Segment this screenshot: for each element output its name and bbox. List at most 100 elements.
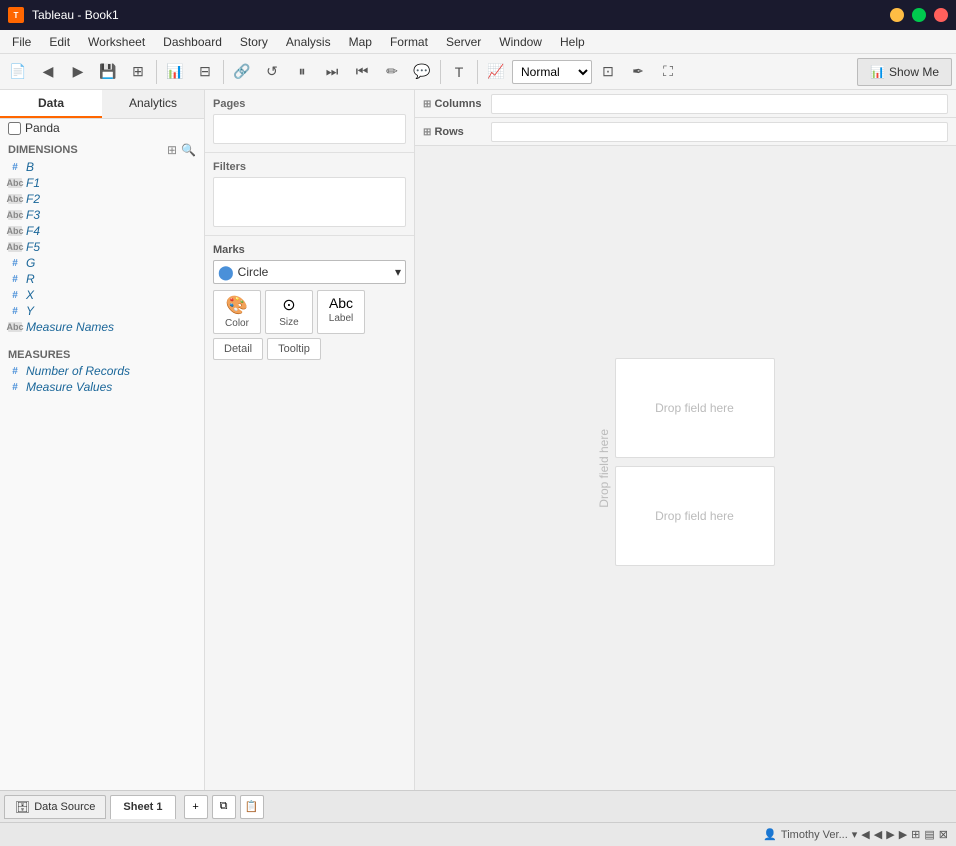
menu-window[interactable]: Window [491, 33, 550, 51]
columns-shelf: ⊞ Columns [415, 90, 956, 118]
highlight-button[interactable]: ✏ [378, 58, 406, 86]
grid-view-icon[interactable]: ⊞ [911, 828, 920, 841]
marks-type-label: Circle [238, 265, 269, 279]
pages-shelf[interactable] [213, 114, 406, 144]
show-me-button[interactable]: 📊 Show Me [857, 58, 952, 86]
status-bar: 👤 Timothy Ver... ▾ ◀ ◀ ▶ ▶ ⊞ ▤ ⊠ [0, 822, 956, 846]
menu-file[interactable]: File [4, 33, 39, 51]
color-button[interactable]: 🎨 Color [213, 290, 261, 334]
field-measure-values[interactable]: # Measure Values [0, 379, 204, 395]
field-G[interactable]: # G [0, 255, 204, 271]
size-button[interactable]: ⊙ Size [265, 290, 313, 334]
menu-analysis[interactable]: Analysis [278, 33, 339, 51]
shelf-panel: Pages Filters Marks ⬤ Circle [205, 90, 415, 790]
detail-button[interactable]: Detail [213, 338, 263, 360]
rows-content[interactable] [491, 122, 948, 142]
field-F1[interactable]: Abc F1 [0, 175, 204, 191]
tab-data[interactable]: Data [0, 90, 102, 118]
fullscreen-button[interactable]: ⛶ [654, 58, 682, 86]
nav-next2-icon[interactable]: ▶ [899, 828, 907, 841]
prev-button[interactable]: ⏮ [348, 58, 376, 86]
abc-icon-F2: Abc [8, 194, 22, 204]
list-view-icon[interactable]: ▤ [924, 828, 934, 841]
text-button[interactable]: T [445, 58, 473, 86]
grid-icon[interactable]: ⊞ [167, 143, 177, 157]
panel-tabs: Data Analytics [0, 90, 204, 119]
columns-content[interactable] [491, 94, 948, 114]
pause-button[interactable]: ⏸ [288, 58, 316, 86]
drop-box-top[interactable]: Drop field here [615, 358, 775, 458]
menu-dashboard[interactable]: Dashboard [155, 33, 230, 51]
refresh-button[interactable]: ↺ [258, 58, 286, 86]
field-F4[interactable]: Abc F4 [0, 223, 204, 239]
search-icon[interactable]: 🔍 [181, 143, 196, 157]
toolbar: 📄 ◀ ▶ 💾 ⊞ 📊 ⊟ 🔗 ↺ ⏸ ⏭ ⏮ ✏ 💬 T 📈 Normal ⊡… [0, 54, 956, 90]
nav-prev-icon[interactable]: ◀ [861, 828, 869, 841]
add-sheet-button[interactable]: + [184, 795, 208, 819]
chevron-down-icon: ▾ [852, 828, 858, 841]
view-sheet-button[interactable]: 📋 [240, 795, 264, 819]
field-number-of-records[interactable]: # Number of Records [0, 363, 204, 379]
close-button[interactable] [934, 8, 948, 22]
add-button[interactable]: ⊞ [124, 58, 152, 86]
title-bar: T Tableau - Book1 [0, 0, 956, 30]
abc-icon-F5: Abc [8, 242, 22, 252]
username-label: Timothy Ver... [781, 829, 848, 841]
filters-shelf[interactable] [213, 177, 406, 227]
field-B[interactable]: # B [0, 159, 204, 175]
nav-prev2-icon[interactable]: ◀ [874, 828, 882, 841]
field-F2[interactable]: Abc F2 [0, 191, 204, 207]
field-X[interactable]: # X [0, 287, 204, 303]
view-button[interactable]: 📊 [161, 58, 189, 86]
field-F3[interactable]: Abc F3 [0, 207, 204, 223]
menu-story[interactable]: Story [232, 33, 276, 51]
normal-dropdown[interactable]: Normal [512, 60, 592, 84]
field-measure-names[interactable]: Abc Measure Names [0, 319, 204, 335]
connect-button[interactable]: 🔗 [228, 58, 256, 86]
nav-next-icon[interactable]: ▶ [886, 828, 894, 841]
menu-worksheet[interactable]: Worksheet [80, 33, 153, 51]
duplicate-sheet-button[interactable]: ⧉ [212, 795, 236, 819]
fit-button[interactable]: ⊡ [594, 58, 622, 86]
filters-label: Filters [213, 161, 406, 173]
field-Y[interactable]: # Y [0, 303, 204, 319]
table-button[interactable]: ⊟ [191, 58, 219, 86]
new-button[interactable]: 📄 [4, 58, 32, 86]
label-button[interactable]: Abc Label [317, 290, 365, 334]
pen-button[interactable]: ✒ [624, 58, 652, 86]
datasource-checkbox[interactable] [8, 122, 21, 135]
hash-icon-Y: # [8, 306, 22, 316]
menu-server[interactable]: Server [438, 33, 489, 51]
tab-analytics[interactable]: Analytics [102, 90, 204, 118]
color-icon: 🎨 [226, 295, 248, 316]
drop-box-bottom[interactable]: Drop field here [615, 466, 775, 566]
chart-button[interactable]: 📈 [482, 58, 510, 86]
forward-button[interactable]: ▶ [64, 58, 92, 86]
sep3 [440, 60, 441, 84]
marks-buttons2: Detail Tooltip [213, 338, 406, 360]
hash-icon-B: # [8, 162, 22, 172]
tooltip-button[interactable]: 💬 [408, 58, 436, 86]
tooltip-button[interactable]: Tooltip [267, 338, 321, 360]
back-button[interactable]: ◀ [34, 58, 62, 86]
data-source-tab[interactable]: 🗄 Data Source [4, 795, 106, 819]
minimize-button[interactable] [890, 8, 904, 22]
menu-help[interactable]: Help [552, 33, 593, 51]
save-button[interactable]: 💾 [94, 58, 122, 86]
menu-map[interactable]: Map [341, 33, 380, 51]
dimensions-header: Dimensions ⊞ 🔍 [0, 137, 204, 159]
sheet1-tab[interactable]: Sheet 1 [110, 795, 175, 819]
block-view-icon[interactable]: ⊠ [939, 828, 948, 841]
menu-format[interactable]: Format [382, 33, 436, 51]
maximize-button[interactable] [912, 8, 926, 22]
field-F5[interactable]: Abc F5 [0, 239, 204, 255]
sep2 [223, 60, 224, 84]
data-source-label: Data Source [34, 801, 95, 813]
step-button[interactable]: ⏭ [318, 58, 346, 86]
marks-type-dropdown[interactable]: ⬤ Circle ▾ [213, 260, 406, 284]
hash-icon-R: # [8, 274, 22, 284]
menu-edit[interactable]: Edit [41, 33, 78, 51]
field-R[interactable]: # R [0, 271, 204, 287]
chart-icon: 📊 [870, 65, 885, 79]
status-user: 👤 Timothy Ver... ▾ [763, 828, 857, 841]
